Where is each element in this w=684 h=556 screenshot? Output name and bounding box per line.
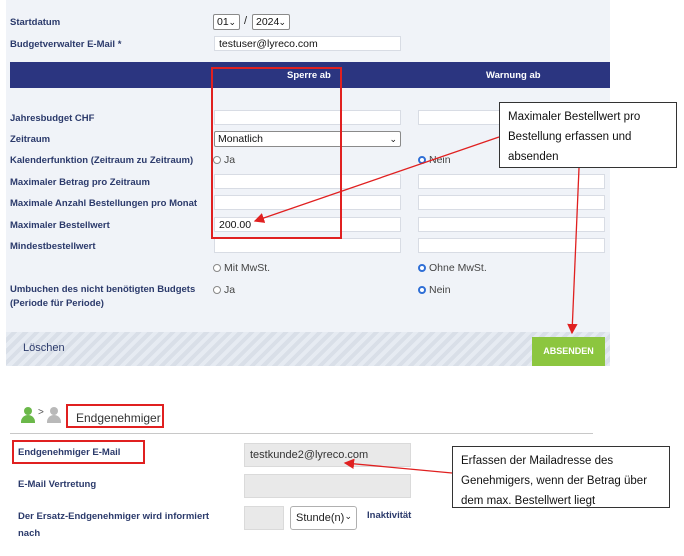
arrow-to-bestellwert xyxy=(253,136,500,223)
arrow-to-email-input xyxy=(343,458,453,474)
arrow-to-absenden xyxy=(567,167,580,335)
annotation-arrows xyxy=(253,136,580,474)
